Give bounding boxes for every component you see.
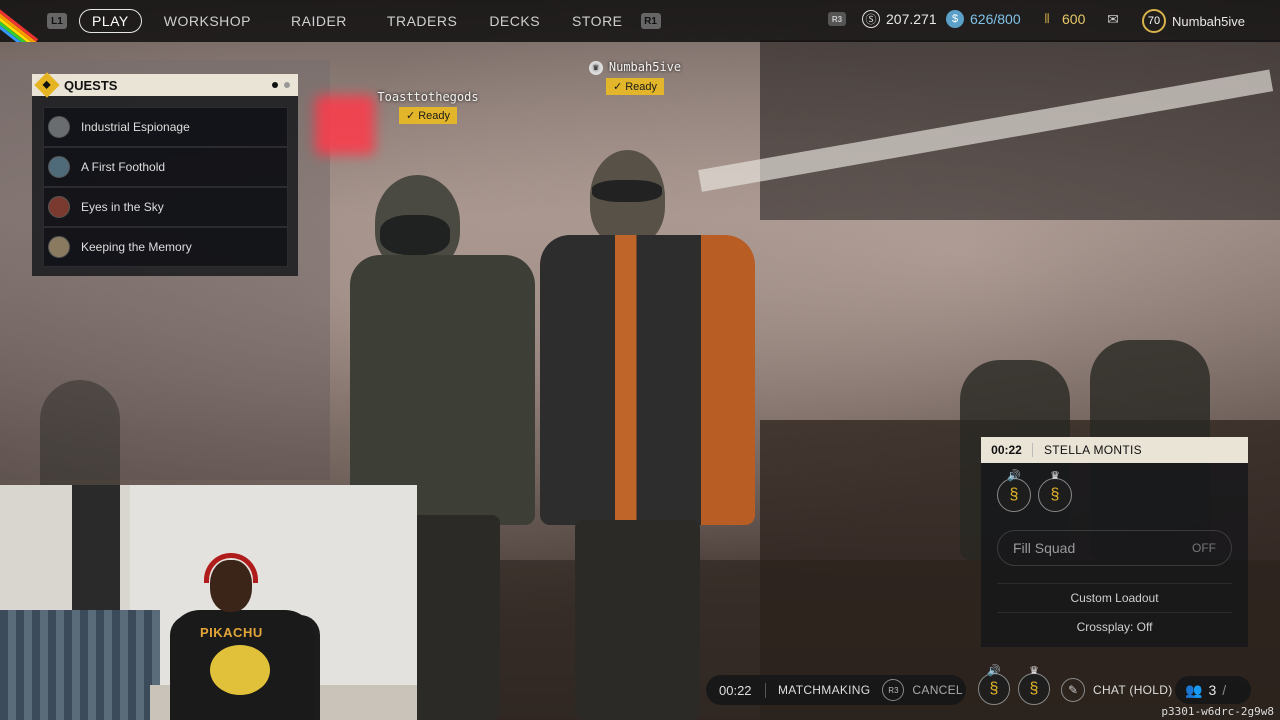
quest-name: A First Foothold <box>81 160 166 174</box>
squad-member-slot[interactable]: ♛ § <box>1038 470 1072 512</box>
party-size-indicator[interactable]: 👥 3 / <box>1175 676 1251 704</box>
crossplay-option[interactable]: Crossplay: Off <box>997 612 1232 640</box>
mail-icon[interactable]: ✉ <box>1104 10 1122 28</box>
chat-icon[interactable]: ✎ <box>1061 678 1085 702</box>
r3-button-hint: R3 <box>882 679 905 701</box>
map-name: STELLA MONTIS <box>1044 443 1142 457</box>
quest-item[interactable]: Eyes in the Sky <box>43 187 288 227</box>
coin-icon: Ⓢ <box>862 10 880 28</box>
custom-loadout-option[interactable]: Custom Loadout <box>997 583 1232 611</box>
background-npc <box>40 380 120 500</box>
webcam-shirt-text: PIKACHU <box>200 625 263 640</box>
seeds-value: 626/800 <box>970 11 1021 27</box>
quest-item[interactable]: A First Foothold <box>43 147 288 187</box>
quests-title: QUESTS <box>64 77 118 93</box>
quest-diamond-icon: ◆ <box>34 72 60 98</box>
ready-badge: ✓ Ready <box>398 107 458 124</box>
fill-squad-toggle[interactable]: Fill Squad OFF <box>997 530 1232 566</box>
quests-header: ◆ QUESTS <box>32 72 298 98</box>
crown-icon: ♛ <box>1050 470 1060 482</box>
nav-tab-traders[interactable]: TRADERS <box>373 9 471 33</box>
r3-hint: R3 <box>828 12 846 26</box>
chat-hold-label[interactable]: CHAT (HOLD) <box>1093 683 1173 697</box>
quest-list: Industrial Espionage A First Foothold Ey… <box>32 96 298 267</box>
quest-giver-avatar <box>48 196 70 218</box>
quest-item[interactable]: Keeping the Memory <box>43 227 288 267</box>
quests-panel: ◆ QUESTS Industrial Espionage A First Fo… <box>32 72 298 276</box>
credits-balance: ⫼ 600 <box>1038 10 1085 28</box>
pager-dot-active[interactable] <box>272 82 278 88</box>
session-id: p3301-w6drc-2g9w8 <box>1161 705 1274 718</box>
player-level-badge: 70 <box>1142 9 1166 33</box>
player-name: Numbah5ive <box>1172 13 1245 29</box>
squad-timer: 00:22 <box>981 443 1033 457</box>
crown-icon: ♛ <box>588 60 603 75</box>
matchmaking-timer: 00:22 <box>706 682 766 698</box>
top-navigation-bar: L1 PLAY WORKSHOP RAIDER TRADERS DECKS ST… <box>0 0 1280 42</box>
quest-name: Eyes in the Sky <box>81 200 164 214</box>
matchmaking-bar: 00:22 MATCHMAKING R3 CANCEL <box>706 675 966 705</box>
speaker-icon: 🔊 <box>1007 470 1021 482</box>
lobby-player-tag: Toasttothegods ✓ Ready <box>372 90 484 124</box>
seeds-balance: $ 626/800 <box>946 10 1021 28</box>
quest-giver-avatar <box>48 116 70 138</box>
quests-pager[interactable] <box>272 82 290 88</box>
seed-token-icon: $ <box>946 10 964 28</box>
speaker-icon: 🔊 <box>987 665 1001 677</box>
player-profile[interactable]: 70 Numbah5ive <box>1142 9 1245 33</box>
nav-tab-workshop[interactable]: WORKSHOP <box>150 9 265 33</box>
squad-member-slot[interactable]: ♛ § <box>1018 665 1050 705</box>
crown-icon: ♛ <box>1029 665 1039 677</box>
quest-giver-avatar <box>48 156 70 178</box>
lobby-player-name: ♛ Numbah5ive <box>580 60 690 75</box>
squad-member-slot[interactable]: 🔊 § <box>978 665 1010 705</box>
party-icon: 👥 <box>1185 681 1203 698</box>
nav-tab-play[interactable]: PLAY <box>79 9 142 33</box>
squad-header: 00:22 STELLA MONTIS <box>981 437 1248 463</box>
lobby-player-tag: ♛ Numbah5ive ✓ Ready <box>580 60 690 95</box>
matchmaking-label: MATCHMAKING <box>778 683 871 697</box>
r1-button-hint: R1 <box>640 13 661 29</box>
edit-icon: / <box>1222 682 1227 698</box>
nav-tab-store[interactable]: STORE <box>558 9 636 33</box>
webcam-bed <box>0 610 160 720</box>
credits-icon: ⫼ <box>1044 12 1050 25</box>
rainbow-corner-decoration <box>0 0 40 42</box>
webcam-overlay: PIKACHU <box>0 485 417 720</box>
l1-button-hint: L1 <box>47 13 67 29</box>
squad-member-slot[interactable]: 🔊 § <box>997 470 1031 512</box>
webcam-headset <box>204 553 258 583</box>
nav-tab-decks[interactable]: DECKS <box>475 9 554 33</box>
quest-giver-avatar <box>48 236 70 258</box>
ready-badge: ✓ Ready <box>605 77 665 95</box>
quest-name: Industrial Espionage <box>81 120 190 134</box>
scene-red-light <box>315 95 375 155</box>
coins-balance: Ⓢ 207.271 <box>862 10 937 28</box>
mail-button[interactable]: ✉ <box>1104 10 1122 28</box>
webcam-shirt-graphic <box>210 645 270 695</box>
party-count: 3 <box>1208 682 1217 698</box>
coins-value: 207.271 <box>886 11 937 27</box>
quest-item[interactable]: Industrial Espionage <box>43 107 288 147</box>
fill-squad-label: Fill Squad <box>1013 540 1076 556</box>
fill-squad-value: OFF <box>1192 541 1216 555</box>
raider-character-right <box>520 150 760 720</box>
pager-dot[interactable] <box>284 82 290 88</box>
lobby-player-name: Toasttothegods <box>377 90 479 104</box>
credits-value: 600 <box>1062 11 1086 27</box>
quest-name: Keeping the Memory <box>81 240 192 254</box>
nav-tab-raider[interactable]: RAIDER <box>277 9 361 33</box>
squad-panel: 00:22 STELLA MONTIS 🔊 § ♛ § Fill Squad OFF… <box>981 437 1248 647</box>
webcam-closet <box>72 485 120 615</box>
cancel-matchmaking-button[interactable]: CANCEL <box>912 683 962 697</box>
main-nav: L1 PLAY WORKSHOP RAIDER TRADERS DECKS ST… <box>47 9 661 33</box>
